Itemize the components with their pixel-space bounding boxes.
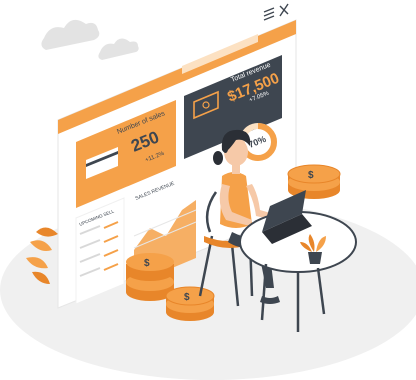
illustration-canvas: Number of sales 250 +11.2% Total revenue… xyxy=(0,3,416,380)
dollar-coin-icon: $ xyxy=(308,170,314,181)
menu-icon[interactable] xyxy=(263,7,275,21)
dollar-coin-icon: $ xyxy=(144,258,150,269)
svg-text:$: $ xyxy=(184,292,190,303)
coin-stack-right: $ xyxy=(287,164,341,199)
cloud-left xyxy=(41,19,100,50)
close-icon[interactable] xyxy=(279,3,289,17)
coin-stack-front: $ xyxy=(165,286,215,321)
svg-text:$: $ xyxy=(144,258,150,269)
svg-text:$: $ xyxy=(308,170,314,181)
dollar-coin-icon: $ xyxy=(184,292,190,303)
cloud-right xyxy=(98,38,139,60)
